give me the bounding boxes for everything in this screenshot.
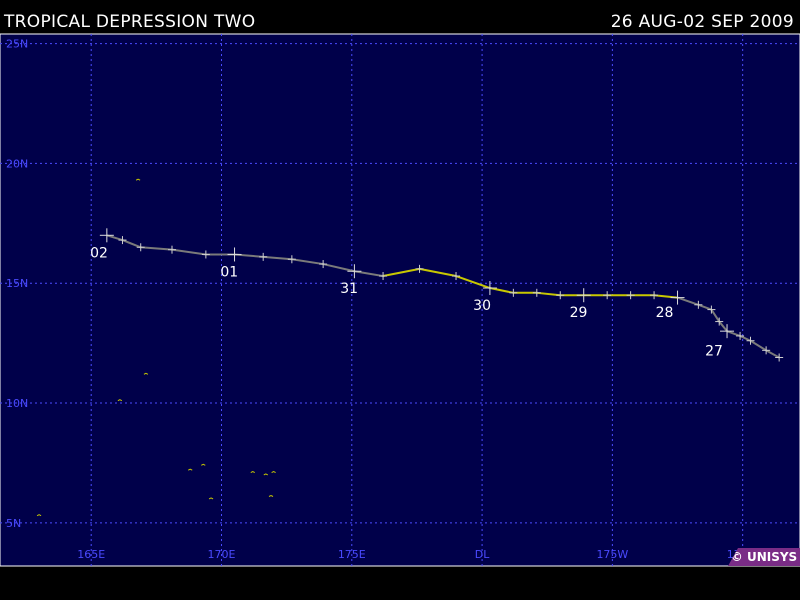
lat-label: 25N: [6, 38, 28, 51]
ocean-background: [0, 33, 800, 567]
date-label: 28: [656, 305, 674, 321]
lat-label: 5N: [6, 517, 21, 530]
lon-label: 175W: [596, 548, 628, 561]
lon-label: DL: [475, 548, 490, 561]
lat-label: 10N: [6, 397, 28, 410]
date-label: 29: [570, 305, 588, 321]
lat-label: 15N: [6, 277, 28, 290]
lat-label: 20N: [6, 157, 28, 170]
unisys-credit: © UNISYS: [728, 548, 800, 566]
date-label: 31: [340, 281, 358, 297]
lon-label: 175E: [338, 548, 366, 561]
lon-label: 165E: [77, 548, 105, 561]
date-label: 01: [220, 264, 238, 280]
lon-label: 170E: [208, 548, 236, 561]
date-label: 02: [90, 245, 108, 261]
date-label: 27: [705, 344, 723, 360]
date-label: 30: [473, 298, 491, 314]
track-map: 165E170E175EDL175W170W25N20N15N10N5N 272…: [0, 33, 800, 567]
